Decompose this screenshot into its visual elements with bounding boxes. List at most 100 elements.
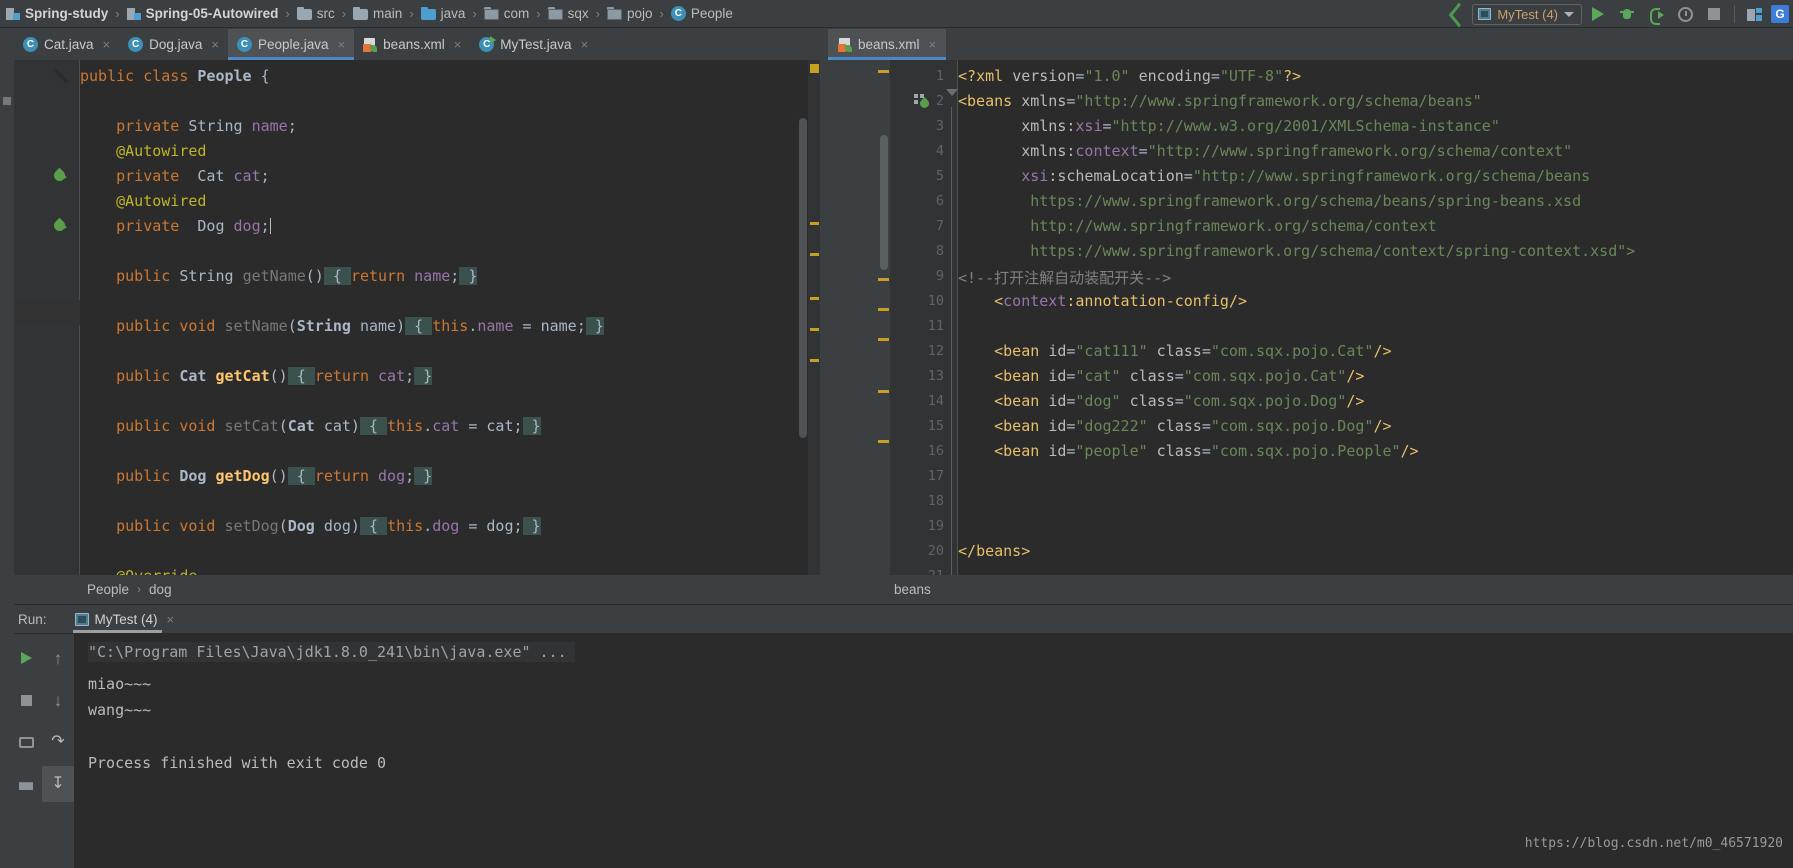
java-marker-strip[interactable] xyxy=(808,60,820,575)
console-exit-line: Process finished with exit code 0 xyxy=(88,754,387,772)
breadcrumb-element[interactable]: beans xyxy=(894,582,931,597)
project-structure-button[interactable] xyxy=(1742,2,1768,26)
run-class-gutter-icon[interactable] xyxy=(54,69,70,85)
change-marker xyxy=(810,359,819,362)
tab-mytest-java[interactable]: C MyTest.java × xyxy=(470,29,597,60)
tab-people-java[interactable]: C People.java × xyxy=(228,29,355,60)
breadcrumb-item-module[interactable]: Spring-05-Autowired xyxy=(125,0,281,28)
tab-label: beans.xml xyxy=(858,37,920,52)
line-number: 15 xyxy=(927,418,944,434)
code-line: xmlns:xsi="http://www.w3.org/2001/XMLSch… xyxy=(958,117,1500,135)
scroll-down-icon[interactable]: ↓ xyxy=(42,682,74,718)
code-line: public void setDog(Dog dog) { this.dog =… xyxy=(80,517,541,535)
toolbar-divider xyxy=(1734,5,1735,23)
xml-split-panel: beans.xml × 1 2 3 4 5 6 7 8 9 10 11 12 1… xyxy=(828,29,1793,603)
close-icon[interactable]: × xyxy=(581,37,589,52)
breadcrumb-label: Spring-05-Autowired xyxy=(145,6,279,21)
run-config-label: MyTest (4) xyxy=(1497,6,1558,22)
code-line: <bean id="cat111" class="com.sqx.pojo.Ca… xyxy=(958,342,1392,360)
xml-editor-scrollbar[interactable] xyxy=(880,135,888,270)
left-bottom-tool-strip: 7: Structure 2: Favorites xyxy=(0,604,14,868)
code-line: <bean id="dog" class="com.sqx.pojo.Dog"/… xyxy=(958,392,1365,410)
fold-collapse-icon[interactable] xyxy=(946,89,958,115)
line-number: 8 xyxy=(935,243,944,259)
breadcrumb-class[interactable]: People xyxy=(87,582,129,597)
tab-beans-xml-split[interactable]: beans.xml × xyxy=(828,29,947,60)
autowired-bean-gutter-icon[interactable] xyxy=(51,217,70,235)
inspection-status-marker[interactable] xyxy=(878,70,889,73)
breadcrumb-item-java[interactable]: java xyxy=(419,0,468,28)
breadcrumb-separator: › xyxy=(341,6,347,21)
close-icon[interactable]: × xyxy=(338,37,346,52)
java-code-text[interactable]: public class People { private String nam… xyxy=(80,60,820,575)
close-icon[interactable]: × xyxy=(167,612,175,627)
run-button[interactable] xyxy=(1585,2,1611,26)
line-number: 18 xyxy=(927,493,944,509)
code-line: public class People { xyxy=(80,67,270,85)
line-number: 7 xyxy=(935,218,944,234)
soft-wrap-icon[interactable]: ↷ xyxy=(42,724,74,760)
breadcrumb-label: java xyxy=(440,6,466,21)
console-output[interactable]: "C:\Program Files\Java\jdk1.8.0_241\bin\… xyxy=(74,634,1793,868)
camera-icon[interactable] xyxy=(10,724,42,760)
line-number: 14 xyxy=(927,393,944,409)
line-number: 5 xyxy=(935,168,944,184)
change-marker xyxy=(810,222,819,225)
autowired-bean-gutter-icon[interactable] xyxy=(51,167,70,185)
java-editor-scrollbar[interactable] xyxy=(799,118,807,438)
tab-beans-xml[interactable]: beans.xml × xyxy=(354,29,470,60)
xml-code-text[interactable]: <?xml version="1.0" encoding="UTF-8"?> <… xyxy=(958,60,1793,603)
run-panel-body: ↑ ↓ ↷ ↧ "C:\Program Files\Java\jdk1.8.0_… xyxy=(0,634,1793,868)
print-icon[interactable] xyxy=(10,766,42,802)
scroll-up-icon[interactable]: ↑ xyxy=(42,640,74,676)
profiler-button[interactable] xyxy=(1672,2,1698,26)
google-icon[interactable]: G xyxy=(1771,5,1789,23)
change-marker xyxy=(878,308,889,311)
breadcrumb-item-project[interactable]: Spring-study xyxy=(4,0,110,28)
toolbar-right: MyTest (4) G xyxy=(1447,0,1789,28)
debug-button[interactable] xyxy=(1614,2,1640,26)
java-code-editor[interactable]: 5 6 7 8 9 10 11 12 13 16 17 20 21 24 25 … xyxy=(14,60,820,575)
xml-code-editor[interactable]: 1 2 3 4 5 6 7 8 9 10 11 12 13 14 15 16 1… xyxy=(828,60,1793,603)
tab-cat-java[interactable]: C Cat.java × xyxy=(14,29,119,60)
breadcrumb-item-people[interactable]: C People xyxy=(669,0,735,28)
breadcrumb-item-com[interactable]: com xyxy=(482,0,532,28)
run-tab-label: MyTest (4) xyxy=(94,612,158,627)
stop-process-button[interactable] xyxy=(10,682,42,718)
build-arrow-icon[interactable] xyxy=(1447,3,1469,25)
run-with-coverage-button[interactable] xyxy=(1643,2,1669,26)
close-icon[interactable]: × xyxy=(929,37,937,52)
line-number: 17 xyxy=(927,468,944,484)
close-icon[interactable]: × xyxy=(103,37,111,52)
breadcrumb-label: sqx xyxy=(567,6,589,21)
console-command-line: "C:\Program Files\Java\jdk1.8.0_241\bin\… xyxy=(88,642,575,662)
navigation-breadcrumb-bar: Spring-study › Spring-05-Autowired › src… xyxy=(0,0,1793,28)
stop-button[interactable] xyxy=(1701,2,1727,26)
breadcrumb-item-sqx[interactable]: sqx xyxy=(546,0,591,28)
class-run-icon: C xyxy=(479,36,497,52)
breadcrumb-item-src[interactable]: src xyxy=(295,0,337,28)
code-line: public void setName(String name) { this.… xyxy=(80,317,604,335)
run-config-icon xyxy=(74,613,89,626)
breadcrumb-separator: › xyxy=(536,6,541,21)
run-tab-mytest[interactable]: MyTest (4) × xyxy=(69,605,181,634)
code-line: xsi:schemaLocation="http://www.springfra… xyxy=(958,167,1591,185)
breadcrumb-item-pojo[interactable]: pojo xyxy=(605,0,655,28)
line-number: 11 xyxy=(927,318,944,334)
watermark-text: https://blog.csdn.net/m0_46571920 xyxy=(1524,836,1783,851)
breadcrumb-separator: › xyxy=(595,6,600,21)
rerun-button[interactable] xyxy=(10,640,42,676)
close-icon[interactable]: × xyxy=(211,37,219,52)
left-tool-strip: 1: Project xyxy=(0,29,14,609)
inspection-status-marker[interactable] xyxy=(810,64,819,73)
tab-dog-java[interactable]: C Dog.java × xyxy=(119,29,228,60)
breadcrumb-item-main[interactable]: main xyxy=(351,0,404,28)
scroll-to-end-icon[interactable]: ↧ xyxy=(42,766,74,802)
breadcrumb-separator: › xyxy=(137,582,142,596)
change-marker xyxy=(878,440,889,443)
breadcrumb-field[interactable]: dog xyxy=(149,582,172,597)
close-icon[interactable]: × xyxy=(454,37,462,52)
spring-bean-gutter-icon[interactable] xyxy=(914,94,931,110)
run-configuration-selector[interactable]: MyTest (4) xyxy=(1472,3,1582,25)
change-marker xyxy=(810,297,819,300)
